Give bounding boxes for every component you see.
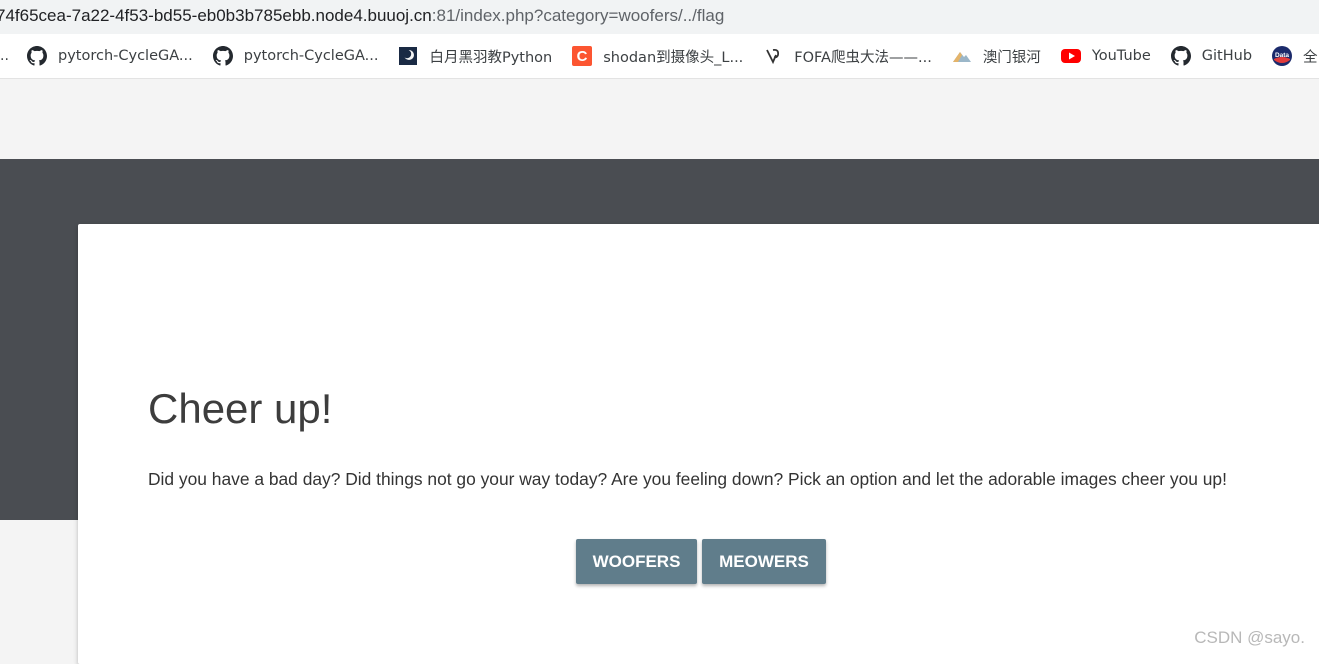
bookmark-label: pytorch-CycleGA... bbox=[243, 48, 379, 64]
github-icon bbox=[212, 46, 233, 66]
youtube-icon bbox=[1060, 46, 1081, 66]
bookmark-item[interactable]: FOFA爬虫大法——... bbox=[763, 46, 932, 67]
bookmark-label: YouTube bbox=[1091, 48, 1151, 64]
bookmark-label: GitHub bbox=[1201, 48, 1253, 64]
url-path: :81/index.php?category=woofers/../flag bbox=[431, 6, 725, 25]
page-title: Cheer up! bbox=[148, 385, 333, 432]
content-card bbox=[78, 224, 1319, 664]
bookmark-item[interactable]: 澳门银河 bbox=[952, 46, 1041, 67]
bookmark-overflow-text: .. bbox=[0, 48, 9, 64]
bookmark-item[interactable]: pytorch-CycleGA... bbox=[212, 46, 379, 66]
bookmark-item[interactable]: GitHub bbox=[1170, 46, 1253, 66]
bookmark-item[interactable]: Data 全 bbox=[1272, 46, 1318, 67]
url-host: 74f65cea-7a22-4f53-bd55-eb0b3b785ebb.nod… bbox=[0, 6, 432, 25]
github-icon bbox=[1170, 46, 1191, 66]
bookmark-label: shodan到摄像头_L... bbox=[603, 49, 744, 66]
github-icon bbox=[27, 46, 47, 66]
woofers-button[interactable]: WOOFERS bbox=[576, 539, 697, 584]
bookmark-label: 白月黑羽教Python bbox=[429, 49, 553, 66]
mountain-icon bbox=[952, 46, 972, 66]
bookmark-label: 全 bbox=[1303, 49, 1318, 66]
page-top-band bbox=[0, 79, 1319, 159]
fofa-icon bbox=[763, 46, 783, 66]
page-description: Did you have a bad day? Did things not g… bbox=[148, 469, 1227, 489]
csdn-icon: C bbox=[572, 46, 593, 66]
bookmark-item[interactable]: C shodan到摄像头_L... bbox=[572, 46, 743, 67]
svg-text:Data: Data bbox=[1275, 52, 1289, 59]
svg-text:C: C bbox=[577, 48, 588, 65]
data-icon: Data bbox=[1272, 46, 1293, 66]
bookmark-label: 澳门银河 bbox=[982, 49, 1041, 66]
bookmark-label: pytorch-CycleGA... bbox=[58, 48, 193, 64]
bookmark-item[interactable]: YouTube bbox=[1060, 46, 1151, 66]
baiyue-icon bbox=[398, 46, 418, 66]
meowers-button[interactable]: MEOWERS bbox=[702, 539, 826, 584]
bookmark-label: FOFA爬虫大法——... bbox=[794, 49, 932, 66]
bookmarks-bar: .. pytorch-CycleGA... pytorch-CycleGA...… bbox=[0, 34, 1319, 79]
bookmark-item[interactable]: 白月黑羽教Python bbox=[398, 46, 552, 67]
watermark: CSDN @sayo. bbox=[1194, 628, 1305, 647]
address-bar[interactable]: 74f65cea-7a22-4f53-bd55-eb0b3b785ebb.nod… bbox=[0, 0, 1319, 34]
bookmark-item[interactable]: pytorch-CycleGA... bbox=[27, 46, 193, 66]
